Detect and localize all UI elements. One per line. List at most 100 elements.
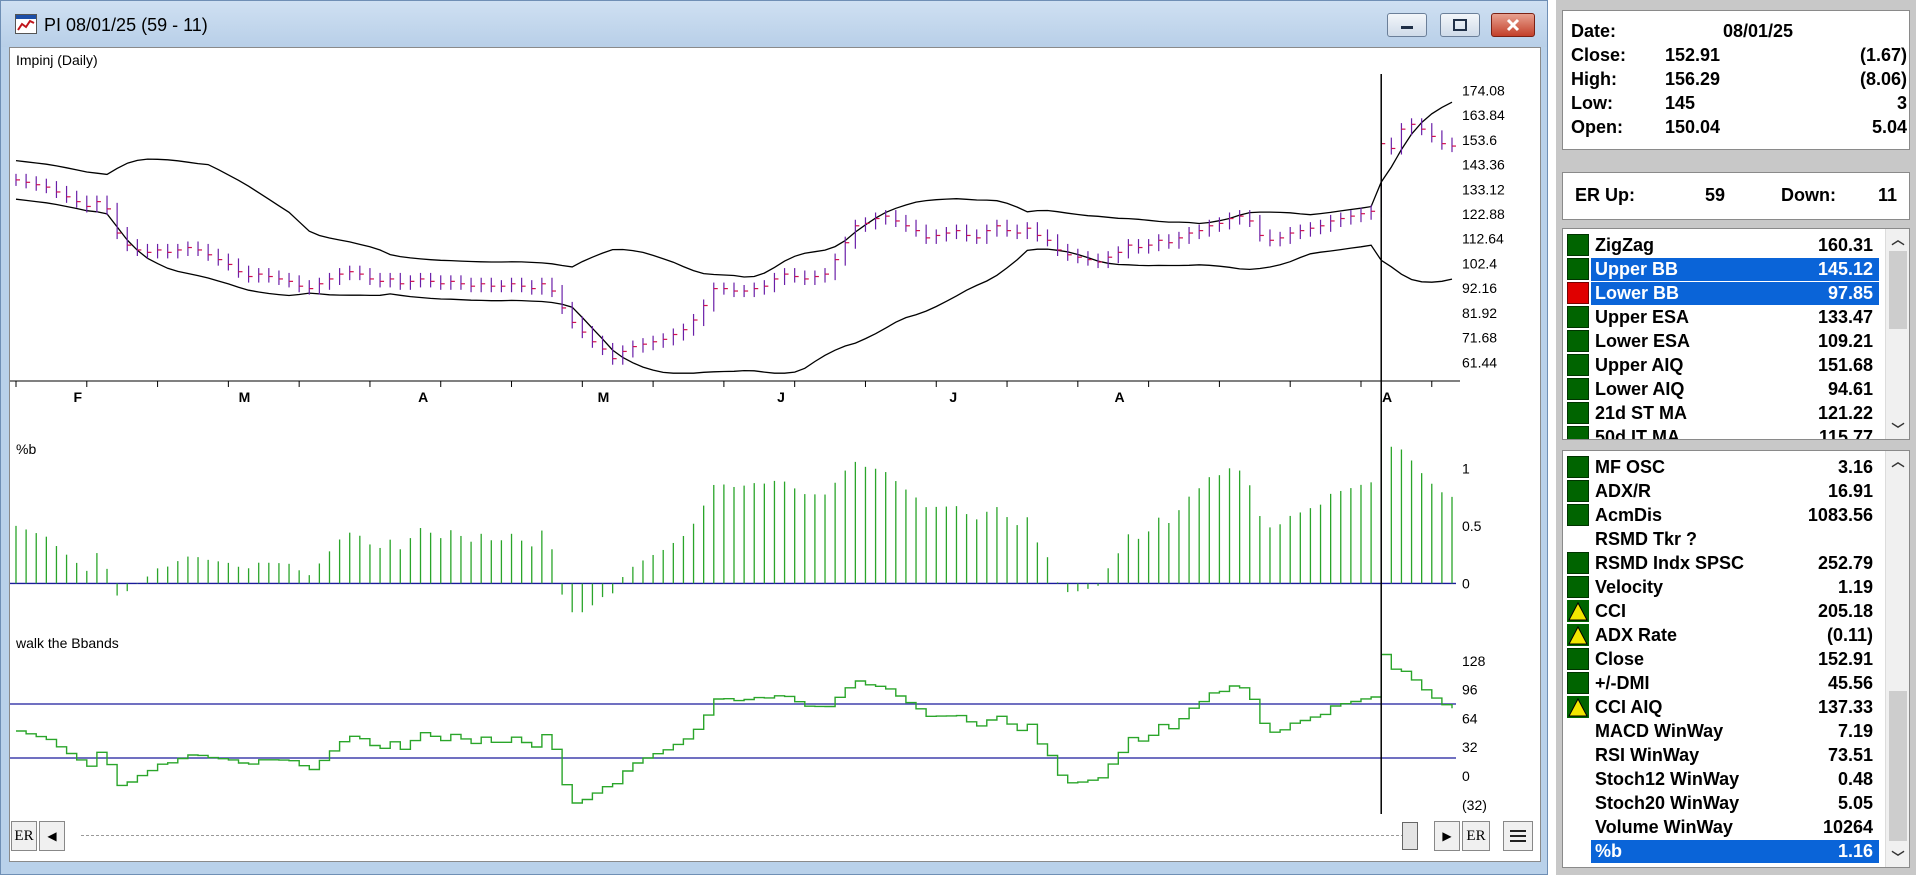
indicator-row[interactable]: Upper BB 145.12 xyxy=(1567,257,1879,281)
month-label: J xyxy=(777,389,785,405)
scroll-track[interactable] xyxy=(81,835,1409,836)
quote-row: Low: 145 3 xyxy=(1571,93,1911,117)
scroll-right-button[interactable]: ▶ xyxy=(1434,821,1460,851)
plot-area[interactable]: Impinj (Daily) %b walk the Bbands 174.08… xyxy=(9,47,1541,862)
indicator-row[interactable]: Stoch12 WinWay 0.48 xyxy=(1567,767,1879,791)
indicator-value: 45.56 xyxy=(1827,673,1873,693)
pctb-tick-label: 0.5 xyxy=(1462,518,1482,534)
indicator-row[interactable]: +/-DMI 45.56 xyxy=(1567,671,1879,695)
indicator-row[interactable]: MF OSC 3.16 xyxy=(1567,455,1879,479)
quote-label: Date: xyxy=(1571,21,1617,41)
list-view-button[interactable] xyxy=(1503,821,1533,851)
indicator-row[interactable]: AcmDis 1083.56 xyxy=(1567,503,1879,527)
indicator-row[interactable]: ADX/R 16.91 xyxy=(1567,479,1879,503)
indicator-row[interactable]: CCI AIQ 137.33 xyxy=(1567,695,1879,719)
quote-label: Open: xyxy=(1571,117,1623,137)
quote-change: (1.67) xyxy=(1859,45,1907,65)
status-green-icon xyxy=(1567,426,1589,439)
scroll-thumb[interactable] xyxy=(1402,822,1418,850)
indicator-label: ADX Rate (0.11) xyxy=(1595,625,1873,645)
date-axis: FMAMJJAA xyxy=(10,380,1460,405)
indicator-value: 16.91 xyxy=(1827,481,1873,501)
er-right-button[interactable]: ER xyxy=(1462,821,1490,851)
indicator-value: 1.16 xyxy=(1837,841,1873,861)
indicator-label: +/-DMI 45.56 xyxy=(1595,673,1873,693)
scroll-down-icon[interactable]: ﹀ xyxy=(1886,847,1909,867)
close-icon xyxy=(1506,18,1520,32)
scroll-up-icon[interactable]: ︿ xyxy=(1886,451,1909,471)
title-bar[interactable]: PI 08/01/25 (59 - 11) xyxy=(1,1,1547,47)
indicator-label: AcmDis 1083.56 xyxy=(1595,505,1873,525)
indicator-row[interactable]: RSI WinWay 73.51 xyxy=(1567,743,1879,767)
indicator-row[interactable]: ADX Rate (0.11) xyxy=(1567,623,1879,647)
scroll-up-icon[interactable]: ︿ xyxy=(1886,229,1909,249)
indicator-label: Close 152.91 xyxy=(1595,649,1873,669)
indicator-row[interactable]: Upper ESA 133.47 xyxy=(1567,305,1879,329)
list-icon xyxy=(1510,830,1526,842)
status-none-icon xyxy=(1567,744,1589,766)
indicator-value: 7.19 xyxy=(1837,721,1873,741)
indicator-list-1[interactable]: ZigZag 160.31 Upper BB 145.12 Lower BB 97.85 U… xyxy=(1562,228,1910,440)
status-green-icon xyxy=(1567,258,1589,280)
price-tick-label: 102.4 xyxy=(1462,255,1497,271)
indicator-list-1-scrollbar[interactable]: ︿ ﹀ xyxy=(1885,229,1909,439)
quote-row: Close: 152.91 (1.67) xyxy=(1571,45,1911,69)
indicator-row[interactable]: MACD WinWay 7.19 xyxy=(1567,719,1879,743)
indicator-list-2[interactable]: MF OSC 3.16 ADX/R 16.91 AcmDis 1083.56 RSMD Tk… xyxy=(1562,450,1910,868)
indicator-list-1-thumb[interactable] xyxy=(1889,251,1907,329)
indicator-row[interactable]: Volume WinWay 10264 xyxy=(1567,815,1879,839)
indicator-label: CCI 205.18 xyxy=(1595,601,1873,621)
indicator-row[interactable]: 21d ST MA 121.22 xyxy=(1567,401,1879,425)
scroll-down-icon[interactable]: ﹀ xyxy=(1886,419,1909,439)
indicator-row[interactable]: Close 152.91 xyxy=(1567,647,1879,671)
indicator-value: 1083.56 xyxy=(1807,505,1873,525)
indicator-label: RSMD Tkr ? xyxy=(1595,529,1698,549)
status-none-icon xyxy=(1567,816,1589,838)
indicator-row[interactable]: Lower AIQ 94.61 xyxy=(1567,377,1879,401)
indicator-row[interactable]: %b 1.16 xyxy=(1567,839,1879,863)
status-green-icon xyxy=(1567,552,1589,574)
indicator-row[interactable]: RSMD Indx SPSC 252.79 xyxy=(1567,551,1879,575)
status-green-icon xyxy=(1567,480,1589,502)
chart-canvas: 174.08 163.84 153.6 143.36 133.12 122.88 112.6… xyxy=(10,74,1505,814)
price-tick-label: 61.44 xyxy=(1462,354,1497,370)
arrow-right-icon: ▶ xyxy=(1442,828,1452,843)
indicator-row[interactable]: Upper AIQ 151.68 xyxy=(1567,353,1879,377)
indicator-row[interactable]: Velocity 1.19 xyxy=(1567,575,1879,599)
walk-tick-label: (32) xyxy=(1462,797,1487,813)
walk-tick-label: 0 xyxy=(1462,768,1470,784)
indicator-label: 50d IT MA 115.77 xyxy=(1591,426,1879,440)
indicator-value: 160.31 xyxy=(1817,235,1873,255)
triangle-up-icon xyxy=(1567,600,1589,622)
chart-scroll-row: ER ◀ ▶ ER xyxy=(11,821,1539,855)
indicator-list-2-thumb[interactable] xyxy=(1889,691,1907,841)
er-left-button[interactable]: ER xyxy=(11,821,37,851)
indicator-row[interactable]: Lower BB 97.85 xyxy=(1567,281,1879,305)
pctb-bars xyxy=(10,433,1456,613)
indicator-row[interactable]: Lower ESA 109.21 xyxy=(1567,329,1879,353)
upper-band-line xyxy=(15,101,1453,278)
indicator-value: 145.12 xyxy=(1817,259,1873,279)
indicator-label: CCI AIQ 137.33 xyxy=(1595,697,1873,717)
price-tick-label: 143.36 xyxy=(1462,157,1505,173)
indicator-row[interactable]: Stoch20 WinWay 5.05 xyxy=(1567,791,1879,815)
quote-value: 150.04 xyxy=(1665,117,1721,137)
indicator-row[interactable]: CCI 205.18 xyxy=(1567,599,1879,623)
close-button[interactable] xyxy=(1491,13,1535,37)
walk-tick-label: 96 xyxy=(1462,682,1478,698)
er-box: ER Up: 59 Down: 11 xyxy=(1562,172,1910,220)
indicator-value: 115.77 xyxy=(1818,427,1873,440)
price-tick-label: 71.68 xyxy=(1462,330,1497,346)
triangle-up-icon xyxy=(1567,696,1589,718)
indicator-row[interactable]: 50d IT MA 115.77 xyxy=(1567,425,1879,440)
minimize-button[interactable] xyxy=(1387,13,1427,37)
scroll-left-button[interactable]: ◀ xyxy=(39,821,65,851)
indicator-label: ADX/R 16.91 xyxy=(1595,481,1873,501)
indicator-row[interactable]: ZigZag 160.31 xyxy=(1567,233,1879,257)
maximize-button[interactable] xyxy=(1440,13,1480,37)
month-label: M xyxy=(239,389,251,405)
status-none-icon xyxy=(1567,840,1589,862)
indicator-list-2-scrollbar[interactable]: ︿ ﹀ xyxy=(1885,451,1909,867)
indicator-row[interactable]: RSMD Tkr ? xyxy=(1567,527,1879,551)
quote-label: High: xyxy=(1571,69,1617,89)
